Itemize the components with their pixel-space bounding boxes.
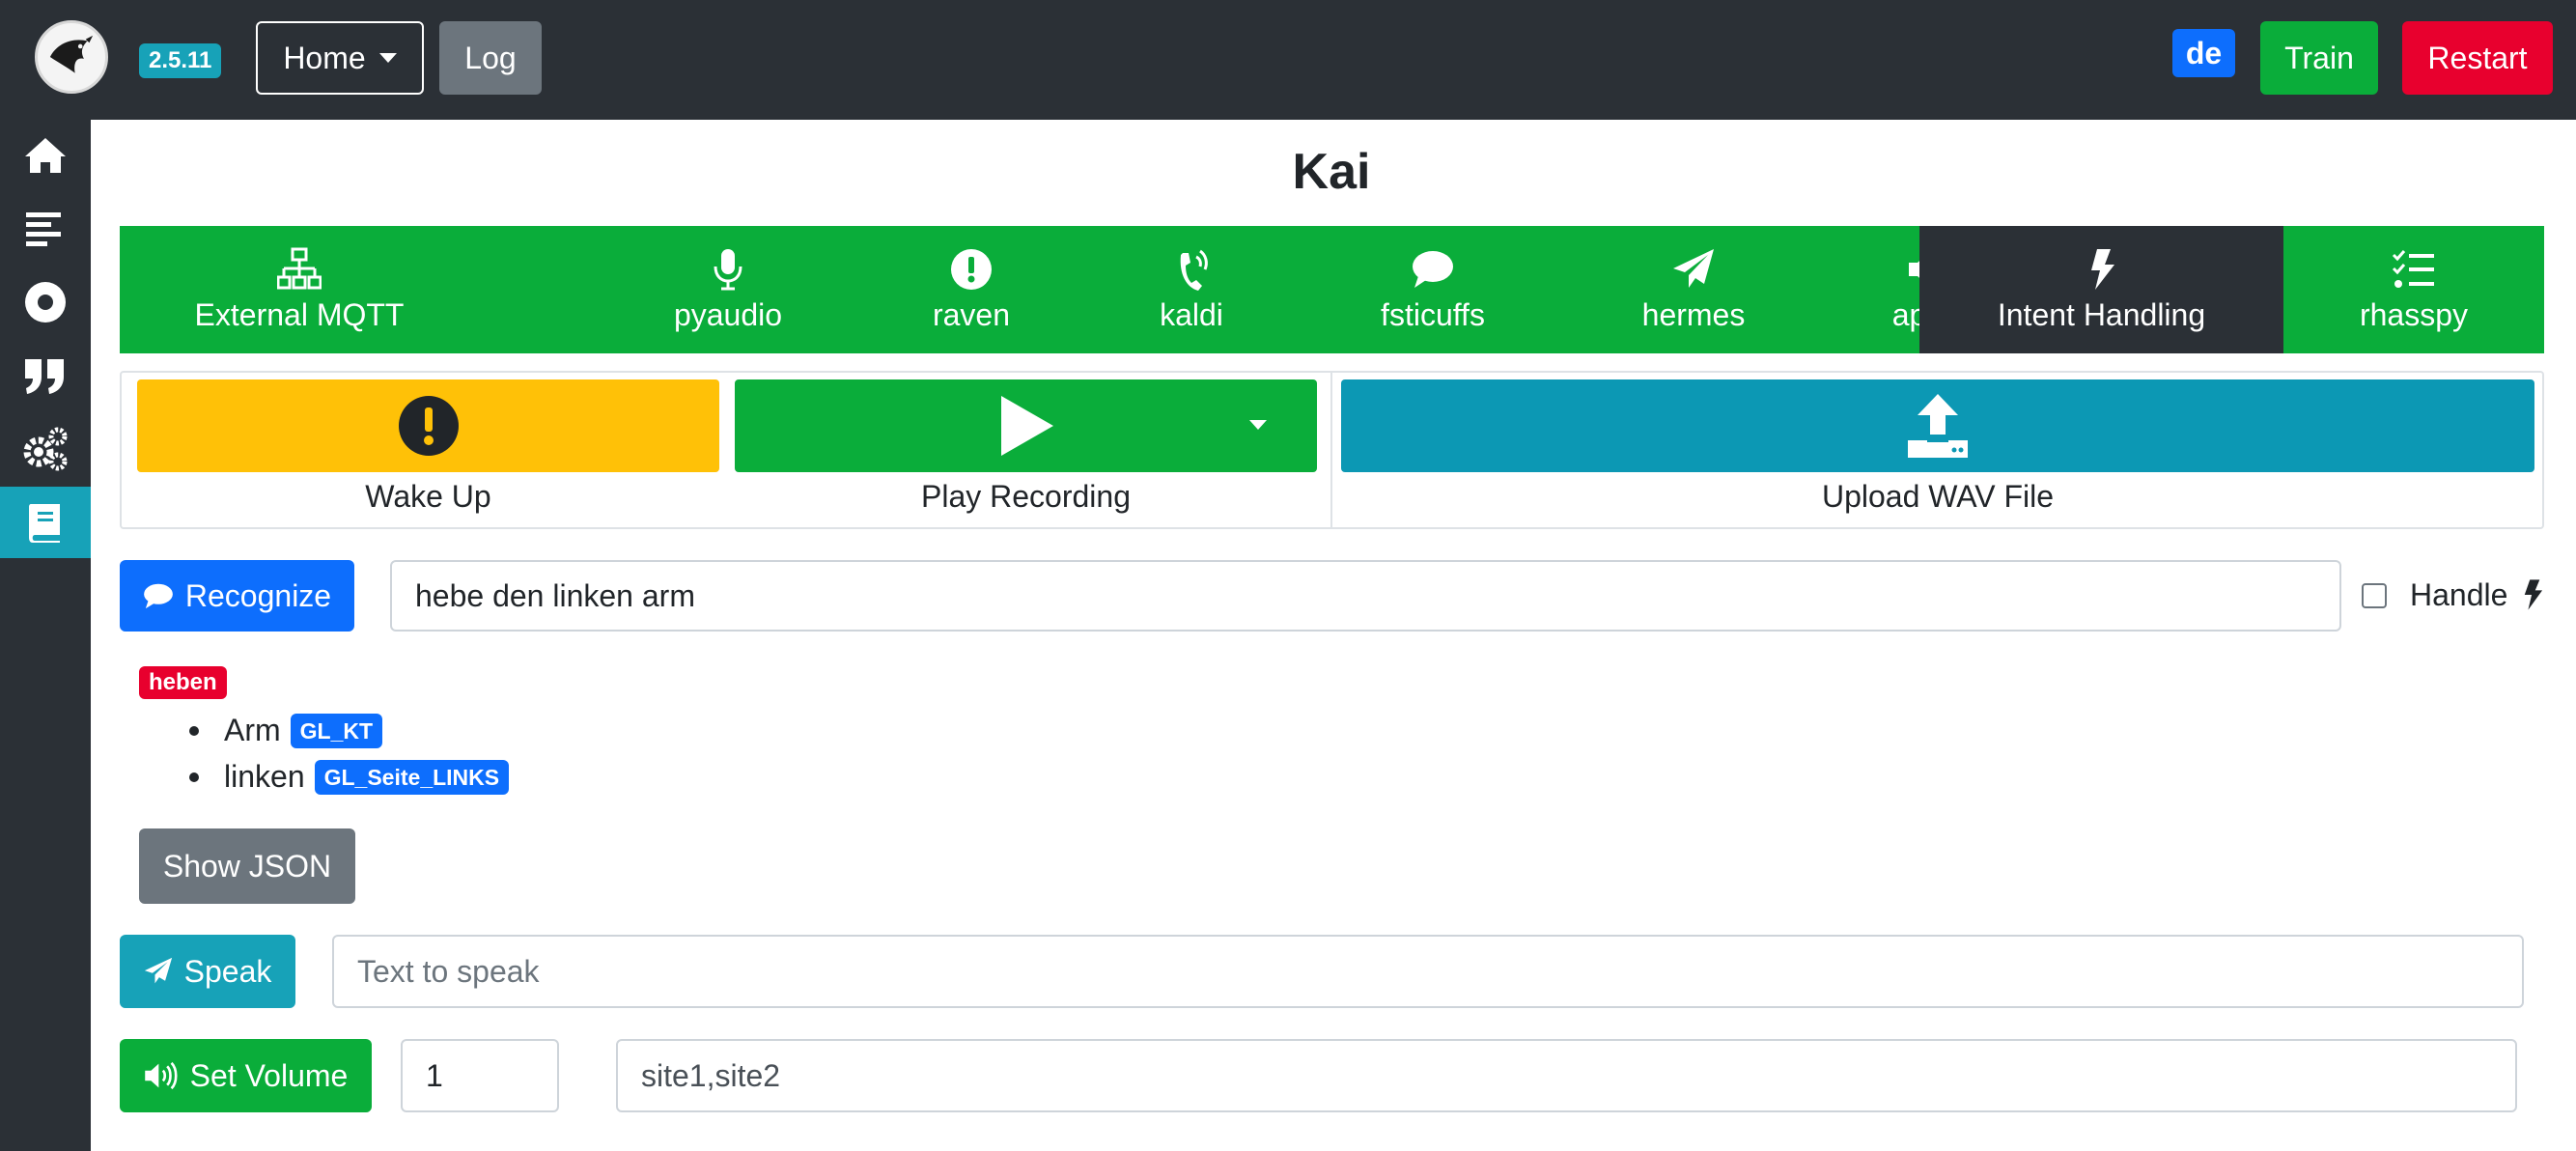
bird-logo-icon bbox=[41, 26, 102, 88]
service-label: raven bbox=[932, 296, 1011, 332]
top-navbar: 2.5.11 Home Log de Train Restart bbox=[0, 0, 2576, 120]
exclamation-circle-icon bbox=[398, 396, 459, 456]
log-button[interactable]: Log bbox=[439, 21, 542, 95]
left-sidebar bbox=[0, 120, 91, 1151]
volume-sites-input[interactable] bbox=[616, 1039, 2517, 1112]
comment-icon bbox=[1413, 250, 1453, 288]
show-json-button[interactable]: Show JSON bbox=[139, 828, 355, 904]
service-label: fsticuffs bbox=[1381, 296, 1485, 332]
page-title: Kai bbox=[1292, 144, 1371, 200]
upload-wav-button[interactable] bbox=[1341, 379, 2534, 472]
comment-icon bbox=[144, 583, 173, 609]
cogs-icon bbox=[23, 427, 68, 471]
set-volume-label: Set Volume bbox=[189, 1057, 349, 1093]
service-rhasspy[interactable]: rhasspy bbox=[2283, 226, 2544, 353]
home-icon bbox=[25, 138, 66, 173]
volume-value-input[interactable] bbox=[401, 1039, 559, 1112]
recognize-label: Recognize bbox=[184, 577, 332, 613]
handle-label: Handle bbox=[2410, 577, 2543, 613]
book-icon bbox=[29, 504, 60, 543]
speak-button[interactable]: Speak bbox=[120, 935, 295, 1008]
bullet bbox=[189, 725, 199, 736]
rhasspy-logo[interactable] bbox=[35, 20, 108, 94]
service-hermes[interactable]: hermes bbox=[1549, 226, 1838, 353]
entity-value: linken bbox=[224, 759, 305, 794]
entity-badge: GL_KT bbox=[290, 713, 383, 748]
service-intent-handling[interactable]: Intent Handling bbox=[1919, 226, 2283, 353]
text-to-speak-input[interactable] bbox=[332, 935, 2524, 1008]
upload-wav-label: Upload WAV File bbox=[1821, 479, 2055, 514]
entity-badge: GL_Seite_LINKS bbox=[314, 759, 510, 795]
bolt-icon bbox=[2525, 579, 2543, 610]
sidebar-item-record[interactable] bbox=[0, 267, 91, 338]
sidebar-item-docs[interactable] bbox=[0, 487, 91, 558]
home-label: Home bbox=[283, 40, 366, 75]
set-volume-button[interactable]: Set Volume bbox=[120, 1039, 372, 1112]
train-button[interactable]: Train bbox=[2260, 21, 2378, 95]
play-icon bbox=[1000, 396, 1053, 456]
service-label: External MQTT bbox=[194, 296, 405, 332]
service-label: Intent Handling bbox=[1997, 296, 2206, 332]
recognize-text-input[interactable] bbox=[390, 560, 2341, 632]
caret-down-icon bbox=[378, 53, 397, 63]
play-dropdown-caret-icon[interactable] bbox=[1249, 420, 1267, 430]
service-label: rhasspy bbox=[2359, 296, 2469, 332]
service-pyaudio[interactable]: pyaudio bbox=[624, 226, 832, 353]
service-label: hermes bbox=[1641, 296, 1746, 332]
intent-badge: heben bbox=[139, 666, 227, 699]
microphone-icon bbox=[714, 248, 742, 290]
network-icon bbox=[277, 247, 322, 289]
play-recording-label: Play Recording bbox=[921, 479, 1131, 514]
volume-up-icon bbox=[144, 1061, 178, 1090]
service-external-mqtt[interactable]: External MQTT bbox=[120, 226, 479, 353]
list-item: linken GL_Seite_LINKS bbox=[189, 759, 510, 795]
list-item: Arm GL_KT bbox=[189, 713, 383, 748]
wake-up-label: Wake Up bbox=[365, 479, 491, 514]
handle-text: Handle bbox=[2410, 577, 2508, 612]
paper-plane-icon bbox=[1673, 248, 1714, 288]
align-left-icon bbox=[26, 212, 61, 246]
version-badge: 2.5.11 bbox=[139, 43, 222, 78]
speak-label: Speak bbox=[183, 953, 272, 989]
service-raven[interactable]: raven bbox=[881, 226, 1062, 353]
entity-value: Arm bbox=[224, 713, 281, 747]
language-badge: de bbox=[2172, 29, 2235, 77]
service-label: kaldi bbox=[1160, 296, 1223, 332]
phone-volume-icon bbox=[1180, 249, 1208, 291]
record-icon bbox=[25, 282, 66, 323]
quote-icon bbox=[25, 359, 64, 394]
home-dropdown-button[interactable]: Home bbox=[256, 21, 424, 95]
sidebar-item-home[interactable] bbox=[0, 120, 91, 191]
service-fsticuffs[interactable]: fsticuffs bbox=[1278, 226, 1587, 353]
recognize-button[interactable]: Recognize bbox=[120, 560, 354, 632]
bullet bbox=[189, 772, 199, 782]
upload-icon bbox=[1908, 394, 1968, 458]
exclamation-icon bbox=[951, 248, 992, 290]
tasks-icon bbox=[2392, 249, 2434, 288]
play-recording-button[interactable] bbox=[735, 379, 1317, 472]
restart-button[interactable]: Restart bbox=[2402, 21, 2553, 95]
wake-up-button[interactable] bbox=[137, 379, 719, 472]
service-kaldi[interactable]: kaldi bbox=[1101, 226, 1282, 353]
sidebar-item-sentences[interactable] bbox=[0, 340, 91, 411]
panel-divider bbox=[1330, 371, 1332, 529]
bolt-icon bbox=[2090, 248, 2114, 290]
sidebar-item-settings[interactable] bbox=[0, 413, 91, 485]
handle-checkbox[interactable] bbox=[2362, 583, 2387, 608]
service-label: pyaudio bbox=[673, 296, 783, 332]
paper-plane-icon bbox=[144, 957, 172, 984]
service-status-bar: External MQTT pyaudio raven kaldi fsticu… bbox=[120, 226, 2544, 353]
sidebar-item-log[interactable] bbox=[0, 193, 91, 265]
